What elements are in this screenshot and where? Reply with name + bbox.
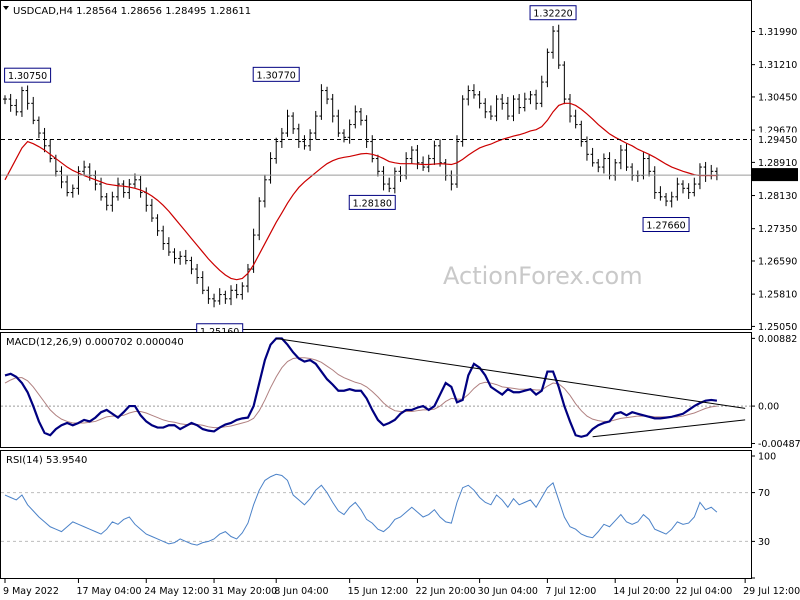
x-tick-label: 7 Jul 12:00	[545, 586, 596, 597]
x-tick-label: 22 Jun 20:00	[415, 586, 475, 597]
x-tick-label: 29 Jul 12:00	[743, 586, 800, 597]
price-y-tick-label: 1.31990	[758, 27, 797, 38]
macd-panel-frame	[0, 332, 752, 448]
price-y-tick-label: 1.31210	[758, 60, 797, 71]
price-title-box: USDCAD,H4 1.28564 1.28656 1.28495 1.2861…	[3, 6, 251, 17]
price-callout-label: 1.27660	[646, 221, 685, 232]
price-y-axis: 1.319901.312101.304501.296701.289101.281…	[751, 27, 798, 333]
macd-y-axis: 0.00882 0.00 -0.004872	[751, 334, 800, 450]
rsi-y-tick-label: 100	[758, 452, 776, 463]
price-y-tick-label: 1.26590	[758, 256, 797, 267]
rsi-panel-frame	[0, 450, 752, 579]
x-tick-label: 9 May 2022	[3, 586, 59, 597]
x-tick-label: 30 Jun 04:00	[478, 586, 538, 597]
rsi-title: RSI(14) 53.9540	[6, 455, 87, 466]
price-panel: ActionForex.com 1.30750 1.30770 1.32220 1.2…	[0, 0, 752, 339]
price-callout-label: 1.28180	[353, 198, 392, 209]
x-tick-label: 8 Jun 04:00	[274, 586, 328, 597]
price-y-tick-label: 1.28910	[758, 158, 797, 169]
rsi-y-tick-label: 30	[758, 537, 770, 548]
price-y-tick-label: 1.30450	[758, 92, 797, 103]
price-callout: 1.30750	[4, 67, 52, 83]
level-price-label: 1.29450	[758, 135, 797, 146]
x-tick-label: 15 Jun 12:00	[348, 586, 408, 597]
price-callout: 1.27660	[642, 217, 690, 233]
price-callout: 1.28180	[348, 194, 396, 210]
x-tick-label: 31 May 20:00	[212, 586, 277, 597]
forex-chart: ActionForex.com 1.30750 1.30770 1.32220 1.2…	[0, 0, 800, 597]
time-x-axis: 9 May 2022 17 May 04:00 24 May 12:00 31 May…	[3, 579, 800, 597]
current-price-label: 1.28611	[758, 171, 797, 182]
rsi-panel: RSI(14) 53.9540	[0, 450, 752, 579]
price-y-tick-label: 1.25810	[758, 290, 797, 301]
macd-y-tick-label: 0.00882	[758, 334, 797, 345]
price-title: USDCAD,H4 1.28564 1.28656 1.28495 1.2861…	[13, 6, 251, 17]
macd-y-tick-label: -0.004872	[758, 439, 800, 450]
price-y-tick-label: 1.27350	[758, 224, 797, 235]
x-tick-label: 17 May 04:00	[76, 586, 141, 597]
price-y-tick-label: 1.28130	[758, 191, 797, 202]
rsi-y-axis: 100 70 30	[751, 452, 776, 579]
price-callout: 1.30770	[252, 66, 300, 82]
macd-y-tick-label: 0.00	[758, 402, 779, 413]
price-callout-label: 1.30770	[257, 70, 296, 81]
macd-panel: MACD(12,26,9) 0.000702 0.000040	[0, 332, 752, 448]
macd-title: MACD(12,26,9) 0.000702 0.000040	[6, 337, 184, 348]
rsi-y-tick-label: 70	[758, 488, 770, 499]
price-y-tick-label: 1.25050	[758, 322, 797, 333]
price-callout: 1.32220	[529, 5, 577, 21]
x-tick-label: 14 Jul 20:00	[613, 586, 670, 597]
price-callout-label: 1.32220	[533, 9, 572, 20]
watermark: ActionForex.com	[443, 262, 643, 290]
price-callout-label: 1.30750	[8, 71, 47, 82]
x-tick-label: 22 Jul 04:00	[675, 586, 732, 597]
x-tick-label: 24 May 12:00	[144, 586, 209, 597]
